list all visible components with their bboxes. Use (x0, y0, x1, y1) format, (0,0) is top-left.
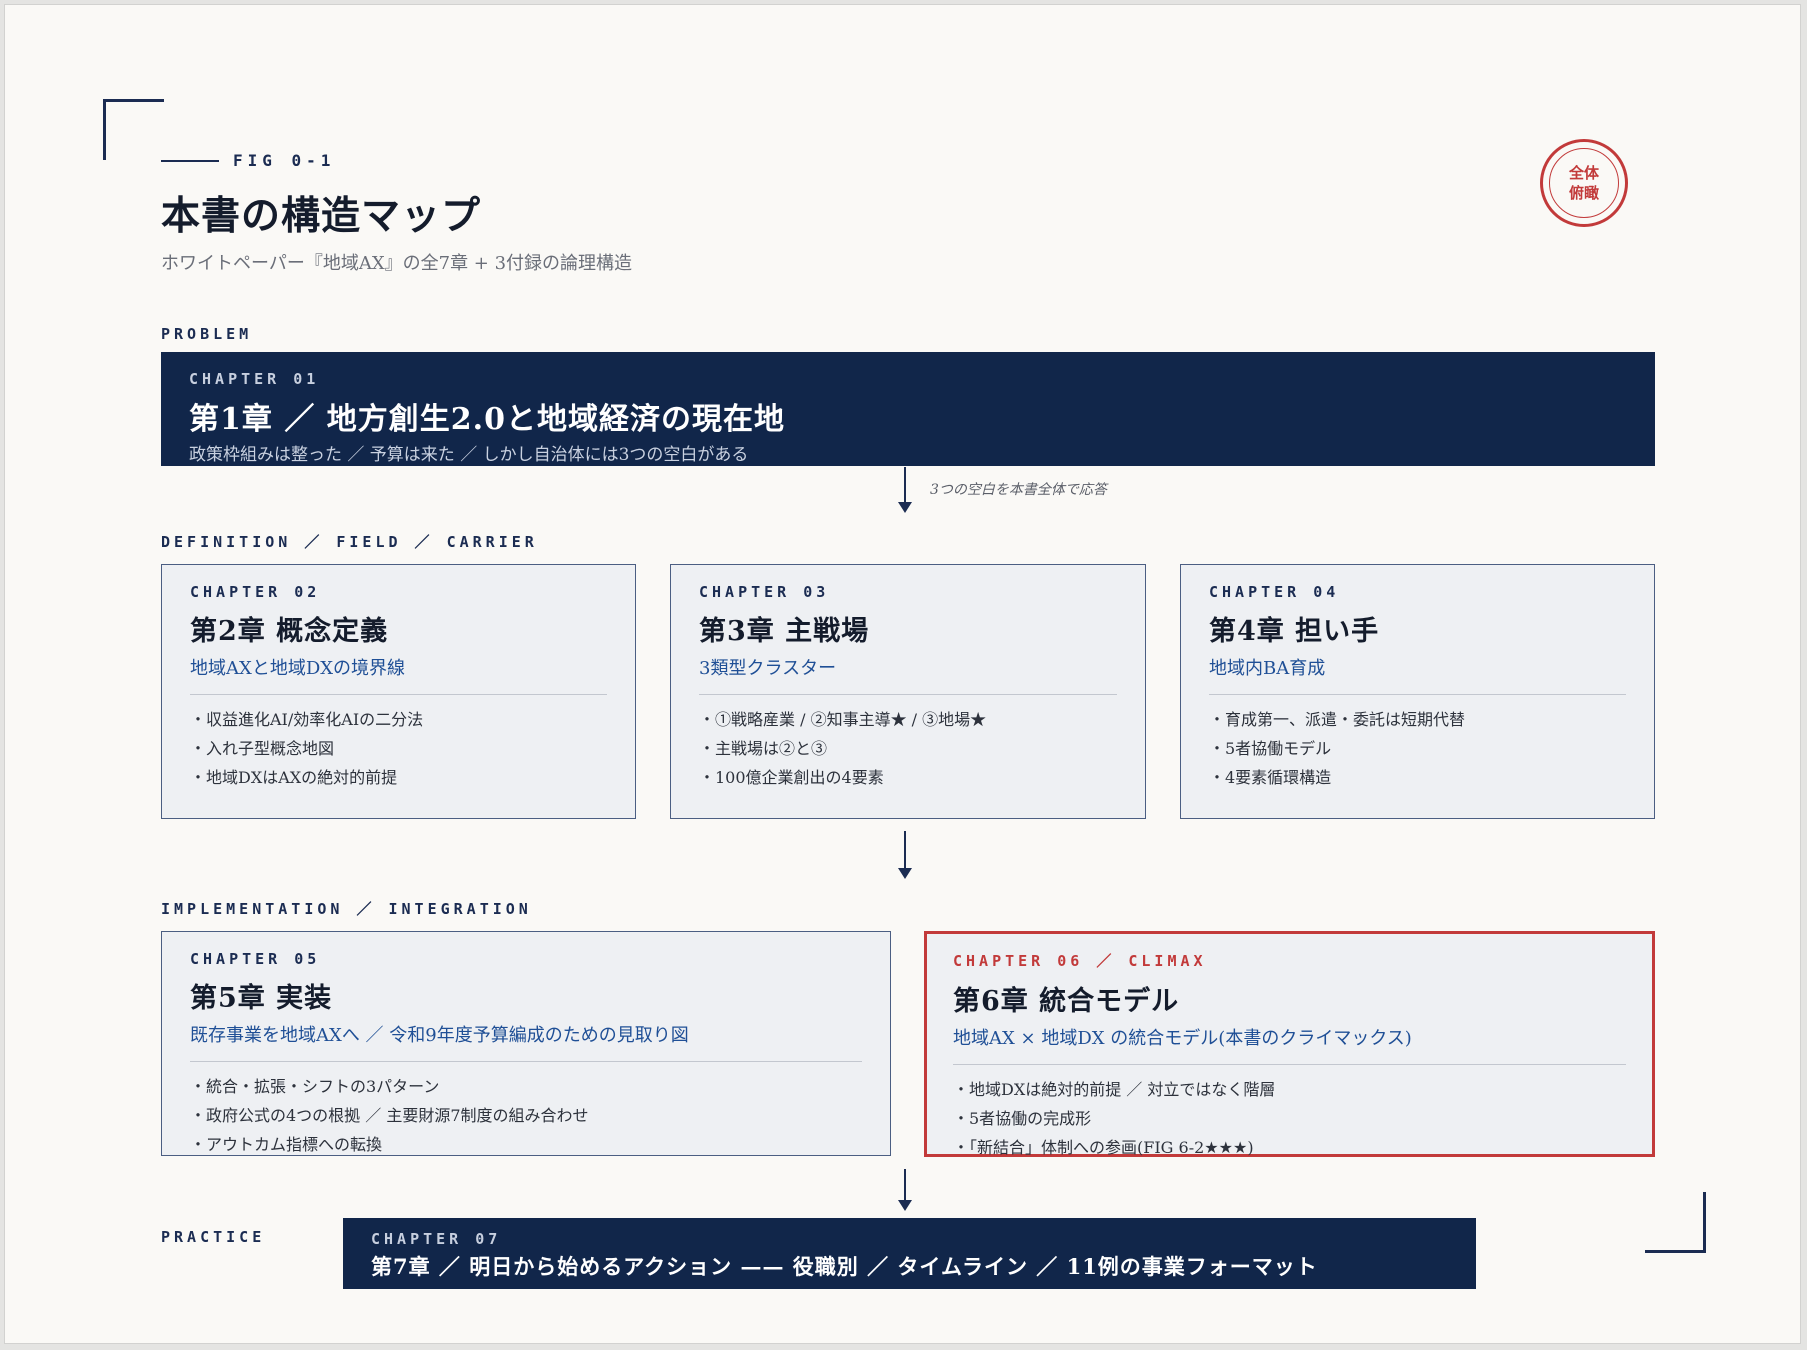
card-divider (190, 1061, 862, 1062)
card-divider (1209, 694, 1626, 695)
list-item: ・「新結合」体制への参画(FIG 6-2★★★) (953, 1138, 1254, 1157)
chapter-03-title: 第3章 主戦場 (699, 616, 870, 647)
figure-label-rule (161, 159, 219, 162)
list-item: ・主戦場は②と③ (699, 739, 828, 758)
list-item: ・①戦略産業 / ②知事主導★ / ③地場★ (699, 710, 987, 729)
list-item: ・5者協働モデル (1209, 739, 1332, 758)
flow-arrow-3 (898, 1169, 912, 1211)
chapter-03-subtitle: 3類型クラスター (699, 658, 837, 679)
chapter-04-kicker: CHAPTER 04 (1209, 583, 1340, 601)
chapter-02-subtitle: 地域AXと地域DXの境界線 (190, 658, 406, 679)
list-item: ・地域DXは絶対的前提 ／ 対立ではなく階層 (953, 1080, 1276, 1099)
overview-stamp: 全体 俯瞰 (1540, 139, 1628, 227)
chapter-05-subtitle: 既存事業を地域AXへ ／ 令和9年度予算編成のための見取り図 (190, 1025, 689, 1046)
stamp-line-1: 全体 (1568, 164, 1599, 182)
flow-arrow-1 (898, 467, 912, 513)
chapter-07-kicker: CHAPTER 07 (371, 1230, 502, 1248)
chapter-05-title: 第5章 実装 (190, 983, 333, 1014)
figure-label-text: FIG 0-1 (233, 151, 336, 170)
list-item: ・100億企業創出の4要素 (699, 768, 884, 787)
chapter-01-subtitle: 政策枠組みは整った ／ 予算は来た ／ しかし自治体には3つの空白がある (189, 445, 749, 465)
chapter-02-kicker: CHAPTER 02 (190, 583, 321, 601)
chapter-06-title: 第6章 統合モデル (953, 986, 1180, 1017)
chapter-05-card: CHAPTER 05 第5章 実装 既存事業を地域AXへ ／ 令和9年度予算編成… (161, 931, 891, 1156)
list-item: ・入れ子型概念地図 (190, 739, 335, 758)
list-item: ・統合・拡張・シフトの3パターン (190, 1077, 440, 1096)
corner-mark-bottom-right (1645, 1192, 1706, 1253)
chapter-05-kicker: CHAPTER 05 (190, 950, 321, 968)
list-item: ・政府公式の4つの根拠 ／ 主要財源7制度の組み合わせ (190, 1106, 589, 1125)
corner-mark-top-left (103, 99, 164, 160)
chapter-01-band: CHAPTER 01 第1章 ／ 地方創生2.0と地域経済の現在地 政策枠組みは… (161, 352, 1655, 466)
chapter-06-card: CHAPTER 06 ／ CLIMAX 第6章 統合モデル 地域AX × 地域D… (924, 931, 1655, 1157)
list-item: ・5者協働の完成形 (953, 1109, 1092, 1128)
chapter-07-band: CHAPTER 07 第7章 ／ 明日から始めるアクション —— 役職別 ／ タ… (343, 1218, 1476, 1289)
list-item: ・4要素循環構造 (1209, 768, 1332, 787)
card-divider (190, 694, 607, 695)
chapter-04-subtitle: 地域内BA育成 (1209, 658, 1326, 679)
chapter-04-card: CHAPTER 04 第4章 担い手 地域内BA育成 ・育成第一、派遣・委託は短… (1180, 564, 1655, 819)
section-label-definition: DEFINITION ／ FIELD ／ CARRIER (161, 533, 538, 551)
chapter-06-kicker: CHAPTER 06 ／ CLIMAX (953, 952, 1207, 970)
stamp-line-2: 俯瞰 (1568, 184, 1599, 202)
chapter-01-kicker: CHAPTER 01 (189, 370, 320, 388)
chapter-07-title: 第7章 ／ 明日から始めるアクション —— 役職別 ／ タイムライン ／ 11例… (371, 1254, 1318, 1279)
figure-subtitle: ホワイトペーパー『地域AX』の全7章 + 3付録の論理構造 (161, 253, 633, 274)
figure-title: 本書の構造マップ (161, 193, 482, 239)
section-label-implementation: IMPLEMENTATION ／ INTEGRATION (161, 900, 532, 918)
flow-arrow-2 (898, 831, 912, 879)
arrow-note: 3つの空白を本書全体で応答 (930, 482, 1107, 498)
section-label-practice: PRACTICE (161, 1228, 266, 1246)
figure-page: FIG 0-1 本書の構造マップ ホワイトペーパー『地域AX』の全7章 + 3付… (4, 4, 1801, 1344)
card-divider (699, 694, 1117, 695)
figure-label: FIG 0-1 (161, 151, 335, 170)
list-item: ・地域DXはAXの絶対的前提 (190, 768, 398, 787)
list-item: ・収益進化AI/効率化AIの二分法 (190, 710, 424, 729)
chapter-04-title: 第4章 担い手 (1209, 616, 1380, 647)
list-item: ・アウトカム指標への転換 (190, 1135, 383, 1154)
chapter-02-title: 第2章 概念定義 (190, 616, 389, 647)
chapter-01-title: 第1章 ／ 地方創生2.0と地域経済の現在地 (189, 402, 785, 437)
chapter-02-card: CHAPTER 02 第2章 概念定義 地域AXと地域DXの境界線 ・収益進化A… (161, 564, 636, 819)
chapter-03-kicker: CHAPTER 03 (699, 583, 830, 601)
chapter-03-card: CHAPTER 03 第3章 主戦場 3類型クラスター ・①戦略産業 / ②知事… (670, 564, 1146, 819)
list-item: ・育成第一、派遣・委託は短期代替 (1209, 710, 1466, 729)
card-divider (953, 1064, 1626, 1065)
chapter-06-subtitle: 地域AX × 地域DX の統合モデル(本書のクライマックス) (953, 1028, 1412, 1049)
section-label-problem: PROBLEM (161, 325, 253, 343)
